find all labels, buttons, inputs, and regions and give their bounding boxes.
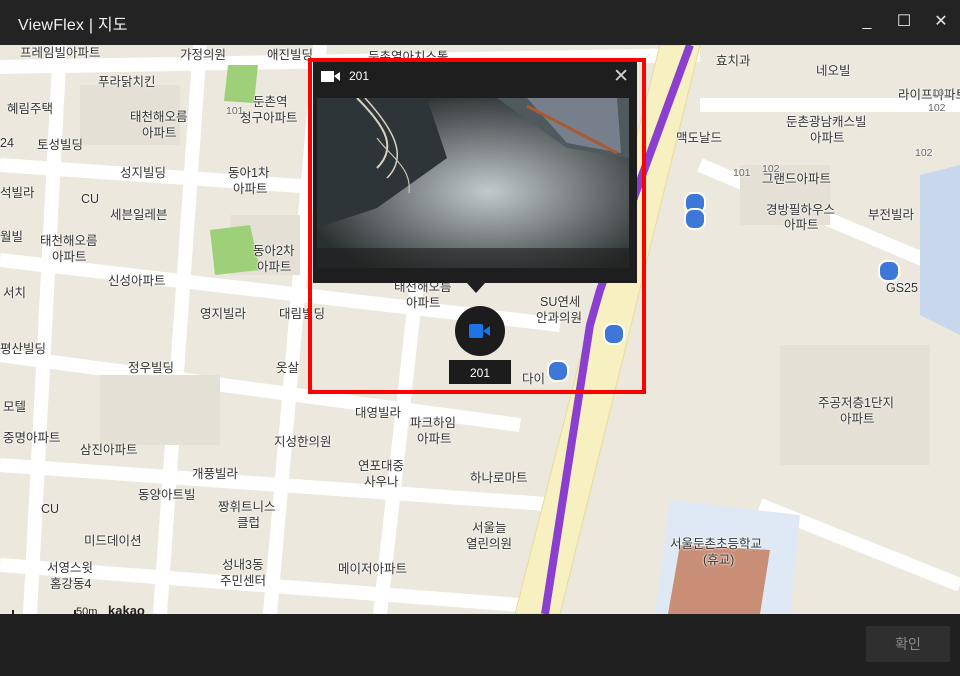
map-label: 개풍빌라 [192,467,239,481]
map-label: 애진빌딩 [267,48,314,62]
camera-name: 201 [349,69,370,83]
map-label: 주공저층1단지 [818,396,894,410]
map-label: 아파트 [257,260,292,274]
map-label: 메이저아파트 [338,562,408,576]
map-label: 모텔 [3,400,27,414]
video-camera-icon [321,71,340,82]
map-label: 세븐일레븐 [110,208,168,222]
map-label: 101 [733,167,751,179]
map-label: 연포대중 [358,459,405,473]
map-label: 101 [226,105,244,117]
camera-marker[interactable] [455,306,505,356]
maximize-button[interactable]: ☐ [892,10,916,34]
minimize-button[interactable]: _ [855,10,879,34]
map-label: 평산빌딩 [0,342,47,356]
popup-pointer [467,283,485,293]
map-label: 서울늘 [472,521,507,535]
map-label: 대영빌라 [355,406,402,420]
map-label: 102 [762,163,780,175]
map-label: 삼진아파트 [80,443,138,457]
map-label: 파크하임 [410,416,457,430]
map-label: CU [41,502,60,516]
camera-video-feed[interactable] [317,98,629,268]
camera-marker-label[interactable]: 201 [449,360,511,384]
map-label: 미드데이션 [84,534,142,548]
map-label: 옷살 [276,361,300,375]
video-frame [317,98,629,268]
map-label: GS25 [886,281,918,295]
map-label: 서영스윗 [47,561,94,575]
window-title: ViewFlex | 지도 [18,17,128,34]
map-label: 중명아파트 [3,431,61,445]
map-label: 아파트 [52,250,87,264]
title-bar: ViewFlex | 지도 _ ☐ ✕ [0,0,960,45]
map-label: 동양아트빌 [138,488,196,502]
map-label: 아파트 [142,126,177,140]
scale-text: 50m [76,606,98,614]
map-label: 가정의원 [180,48,227,62]
bus-stop-icon[interactable] [684,208,706,230]
map-label: 효치과 [716,54,751,68]
map-label: 서울둔촌초등학교 [670,537,763,551]
map-label: 태천해오름 [130,110,188,124]
map-label: (휴교) [703,553,735,567]
close-button[interactable]: ✕ [929,10,953,34]
map-label: 부전빌라 [868,208,915,222]
map-label: 동아2차 [253,244,295,258]
map-label: 서치 [3,286,27,300]
video-camera-icon [469,324,490,338]
map-label: 성지빌딩 [120,166,167,180]
map-label: 동아1차 [228,166,270,180]
map-label: 하나로마트 [470,471,528,485]
map-label: 102 [928,102,946,114]
map-label: 아파트 [233,182,268,196]
map-label: 신성아파트 [108,274,166,288]
map-label: CU [81,192,100,206]
map-label: 사우나 [364,475,399,489]
bus-stop-icon[interactable] [878,260,900,282]
map-label: 푸라닭치킨 [98,75,156,89]
map-label: 혜림주택 [7,102,54,116]
map-label: 아파트 [840,412,875,426]
map-label: 짱휘트니스 [218,500,276,514]
map-label: 열린의원 [466,537,513,551]
camera-popup: 201 ✕ [313,62,637,283]
map-label: 아파트 [417,432,452,446]
dialog-footer: 확인 [0,614,960,676]
map-label: 청구아파트 [240,111,298,125]
close-icon[interactable]: ✕ [613,65,629,88]
map-label: 월빌 [0,230,24,244]
map-label: 아파트 [784,218,819,232]
map-label: 성내3동 [222,558,264,572]
kakao-logo: kakao [108,603,145,614]
map-label: 102 [915,147,933,159]
map-label: 지성한의원 [274,435,332,449]
map-label: 아파트 [810,131,845,145]
map-label: 클럽 [237,516,261,530]
map-label: 태천해오름 [40,234,98,248]
map-label: 토성빌딩 [37,138,84,152]
map-label: 홈강동4 [50,577,92,591]
confirm-button[interactable]: 확인 [866,626,950,662]
map-label: 경방필하우스 [766,203,836,217]
map-label: 주민센터 [220,574,267,588]
map-label: 정우빌딩 [128,361,175,375]
map-label: 영지빌라 [200,307,247,321]
map-label: 맥도날드 [676,131,723,145]
map-label: 네오빌 [816,64,851,78]
map-label: 24 [0,136,14,150]
map-label: 101 [932,87,950,99]
map-label: 석빌라 [0,186,35,200]
camera-popup-header: 201 ✕ [313,62,637,90]
map-label: 둔촌광남캐스빌 [786,115,867,129]
map-label: 둔촌역 [253,95,288,109]
map-label: 프레임빌아파트 [20,46,101,60]
